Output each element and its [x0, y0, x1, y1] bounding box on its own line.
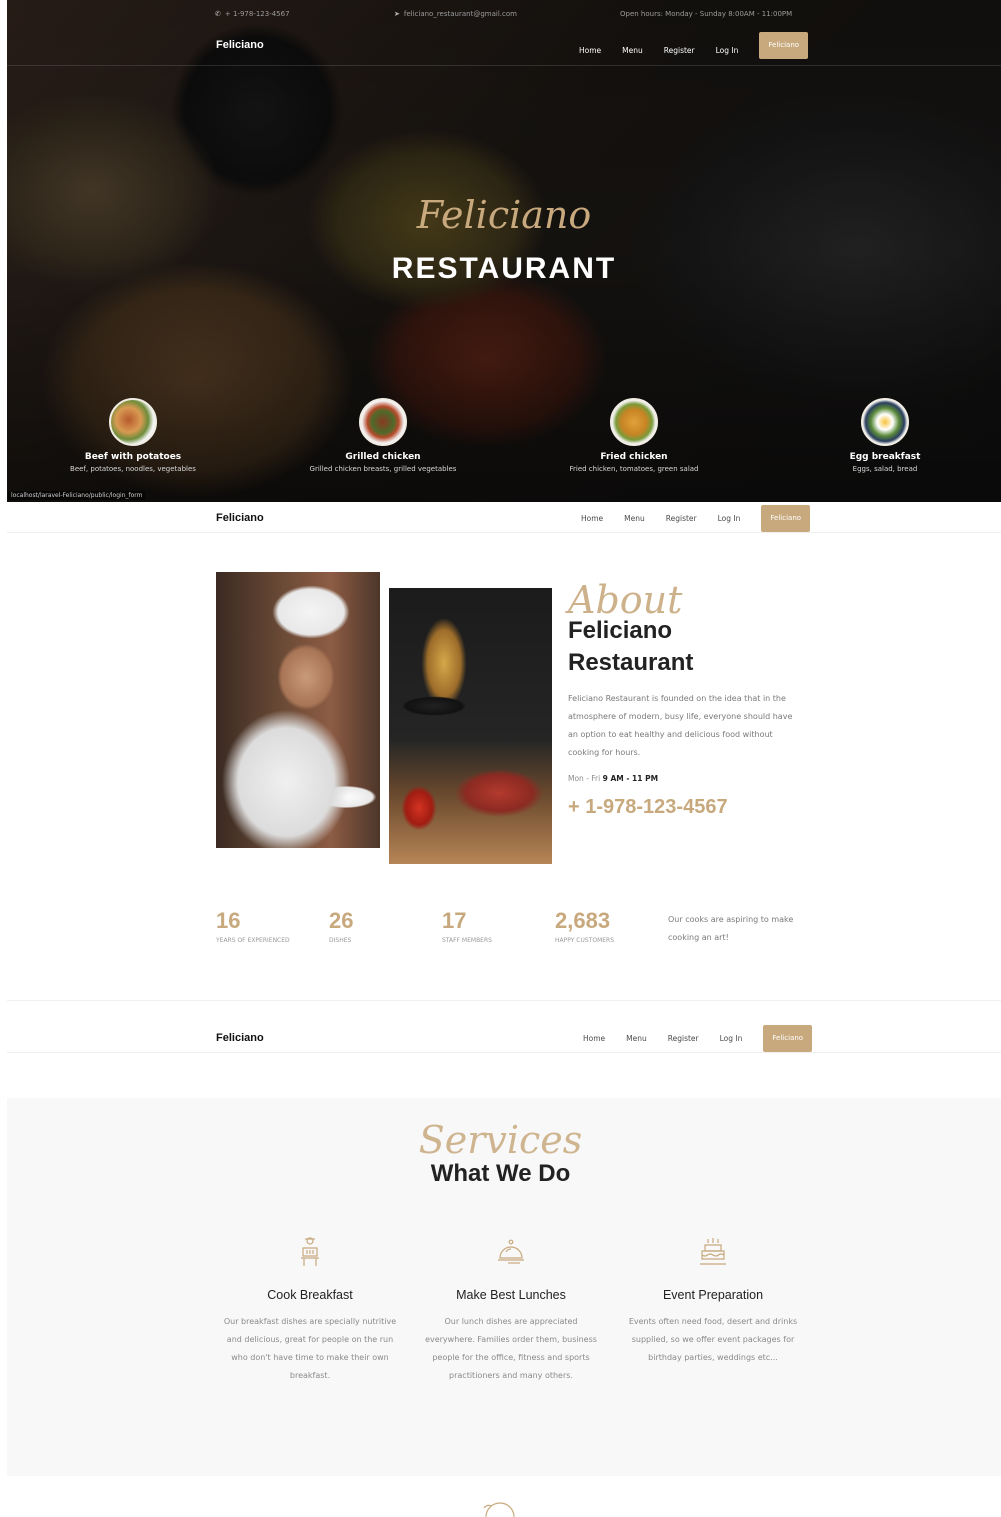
dish-image	[109, 398, 157, 446]
cook-icon	[301, 1237, 319, 1266]
dish-description: Eggs, salad, bread	[852, 465, 918, 473]
nav-links: Home Menu Register Log In Feliciano	[583, 1023, 813, 1053]
dish-image	[861, 398, 909, 446]
dish-description: Beef, potatoes, noodles, vegetables	[70, 465, 196, 473]
nav-menu[interactable]: Menu	[622, 46, 643, 55]
stat-label: Happy Customers	[555, 937, 615, 944]
stats-note: Our cooks are aspiring to make cooking a…	[668, 915, 794, 942]
stat-item: 26 Dishes	[329, 908, 353, 944]
cloche-icon	[498, 1239, 524, 1264]
about-title-line1: Feliciano	[568, 617, 673, 644]
topbar-email-text: feliciano_restaurant@gmail.com	[403, 10, 517, 18]
stat-number: 26	[329, 908, 354, 933]
service-card: Make Best Lunches Our lunch dishes are a…	[421, 1236, 601, 1385]
chef-photo	[216, 572, 380, 848]
nav-login[interactable]: Log In	[718, 514, 741, 523]
paper-plane-icon: ➤	[394, 10, 400, 18]
service-description: Events often need food, desert and drink…	[628, 1317, 798, 1362]
nav-links: Home Menu Register Log In Feliciano	[581, 503, 811, 533]
about-title-line2: Restaurant	[568, 649, 694, 676]
phone-icon: ✆	[215, 10, 221, 18]
hero-main-title: RESTAURANT	[391, 252, 617, 285]
nav-feliciano-button[interactable]: Feliciano	[761, 504, 811, 532]
about-hours: Mon - Fri 9 AM - 11 PM	[568, 774, 658, 783]
nav-register[interactable]: Register	[666, 514, 697, 523]
dish-card[interactable]: Grilled chicken Grilled chicken breasts,…	[283, 398, 483, 473]
service-name: Event Preparation	[662, 1288, 764, 1302]
dish-card[interactable]: Beef with potatoes Beef, potatoes, noodl…	[33, 398, 233, 473]
nav-links: Home Menu Register Log In Feliciano	[579, 32, 809, 59]
service-name: Cook Breakfast	[267, 1288, 353, 1302]
about-title: Feliciano Restaurant	[568, 615, 808, 679]
brand-logo[interactable]: Feliciano	[216, 39, 264, 51]
stat-label: Dishes	[329, 937, 352, 944]
service-card: Cook Breakfast Our breakfast dishes are …	[220, 1236, 400, 1385]
dish-image	[359, 398, 407, 446]
hours-time: 9 AM - 11 PM	[602, 774, 659, 783]
nav-menu[interactable]: Menu	[624, 514, 645, 523]
dish-name: Fried chicken	[600, 452, 668, 462]
nav-home[interactable]: Home	[579, 46, 601, 55]
stat-number: 17	[442, 908, 467, 933]
topbar-phone: ✆ + 1-978-123-4567	[215, 10, 290, 18]
brand-logo[interactable]: Feliciano	[216, 1032, 264, 1044]
dish-name: Beef with potatoes	[84, 452, 182, 462]
stat-item: 2,683 Happy Customers	[555, 908, 614, 944]
dish-card[interactable]: Egg breakfast Eggs, salad, bread	[785, 398, 985, 473]
navbar-divider	[7, 65, 1001, 66]
nav-register[interactable]: Register	[668, 1034, 699, 1043]
nav-feliciano-button[interactable]: Feliciano	[759, 32, 809, 59]
section-divider	[7, 1000, 1001, 1001]
nav-register[interactable]: Register	[664, 46, 695, 55]
dish-image	[610, 398, 658, 446]
nav-home[interactable]: Home	[581, 514, 603, 523]
service-description: Our lunch dishes are appreciated everywh…	[425, 1317, 597, 1380]
service-card: Event Preparation Events often need food…	[623, 1236, 803, 1367]
nav-menu[interactable]: Menu	[626, 1034, 647, 1043]
browser-status-url: localhost/laravel-Feliciano/public/login…	[8, 491, 146, 500]
dish-name: Grilled chicken	[345, 452, 421, 462]
stat-number: 16	[216, 908, 241, 933]
service-description: Our breakfast dishes are specially nutri…	[223, 1317, 397, 1380]
stat-number: 2,683	[555, 908, 611, 933]
cake-icon	[700, 1238, 726, 1265]
nav-login[interactable]: Log In	[716, 46, 739, 55]
dish-card[interactable]: Fried chicken Fried chicken, tomatoes, g…	[534, 398, 734, 473]
nav-home[interactable]: Home	[583, 1034, 605, 1043]
dish-description: Grilled chicken breasts, grilled vegetab…	[309, 465, 457, 473]
hours-days: Mon - Fri	[568, 774, 601, 783]
dish-name: Egg breakfast	[849, 452, 921, 462]
brand-logo[interactable]: Feliciano	[216, 512, 264, 524]
about-description: Feliciano Restaurant is founded on the i…	[568, 694, 793, 757]
stat-label: Staff Members	[442, 937, 492, 944]
topbar-email: ➤ feliciano_restaurant@gmail.com	[394, 10, 517, 18]
nav-feliciano-button[interactable]: Feliciano	[763, 1024, 813, 1052]
topbar-phone-text: + 1-978-123-4567	[224, 10, 290, 18]
sticky-navbar: Feliciano Home Menu Register Log In Feli…	[7, 1023, 1001, 1053]
next-section-icon	[483, 1502, 515, 1517]
service-name: Make Best Lunches	[456, 1288, 566, 1302]
services-script-title: Services	[418, 1118, 583, 1162]
top-info-bar: ✆ + 1-978-123-4567 ➤ feliciano_restaurant@…	[7, 0, 1001, 28]
dish-description: Fried chicken, tomatoes, green salad	[569, 465, 699, 473]
hero-script-title: Feliciano	[416, 193, 592, 237]
stat-item: 16 Years of Experienced	[216, 908, 290, 944]
hero-section: ✆ + 1-978-123-4567 ➤ feliciano_restaurant@…	[7, 0, 1001, 502]
topbar-hours: Open hours: Monday - Sunday 8:00AM - 11:…	[620, 10, 793, 18]
stat-item: 17 Staff Members	[442, 908, 492, 944]
cooking-photo	[389, 588, 552, 864]
about-phone[interactable]: + 1-978-123-4567	[568, 796, 728, 819]
nav-login[interactable]: Log In	[720, 1034, 743, 1043]
stat-label: Years of Experienced	[216, 937, 290, 944]
sticky-navbar: Feliciano Home Menu Register Log In Feli…	[7, 503, 1001, 533]
services-title: What We Do	[430, 1160, 571, 1187]
